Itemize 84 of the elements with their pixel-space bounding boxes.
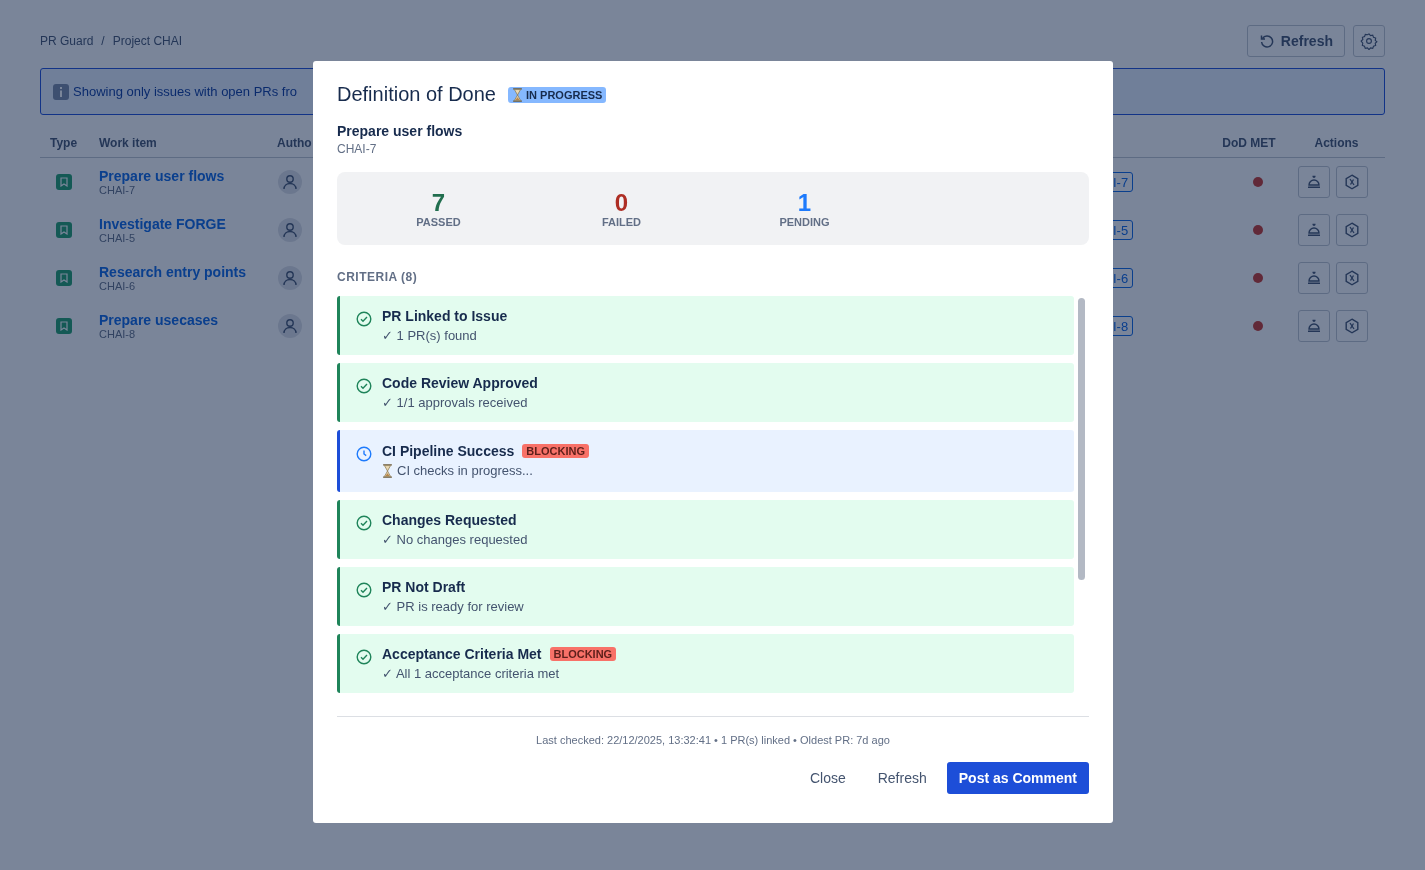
work-item-link[interactable]: Prepare user flows (99, 168, 277, 184)
clock-icon (356, 446, 372, 462)
bell-icon (1306, 174, 1322, 190)
hexagon-icon (1344, 270, 1360, 286)
breadcrumb-separator: / (101, 34, 105, 48)
column-header: Work item (99, 136, 157, 150)
stat-label: PASSED (416, 215, 461, 228)
dialog-button[interactable]: Refresh (865, 762, 939, 794)
column-header: Type (49, 136, 78, 150)
notify-button[interactable] (1298, 310, 1330, 342)
criterion-detail: ✓ All 1 acceptance criteria met (382, 666, 560, 681)
check-button[interactable] (1336, 262, 1368, 294)
dialog-button[interactable]: Close (797, 762, 858, 794)
story-icon (56, 318, 72, 334)
blocking-badge: BLOCKING (549, 647, 617, 661)
post-comment-button[interactable]: Post as Comment (946, 762, 1089, 794)
status-badge: IN PROGRESS (508, 86, 607, 103)
scrollbar[interactable] (1078, 298, 1085, 580)
check-circle-icon (356, 582, 372, 598)
check-button[interactable] (1336, 214, 1368, 246)
work-item-key: CHAI-7 (99, 184, 277, 196)
work-item-link[interactable]: Investigate FORGE (99, 216, 277, 232)
work-item-key: CHAI-6 (99, 280, 277, 292)
avatar-icon (278, 266, 302, 290)
notify-button[interactable] (1298, 166, 1330, 198)
check-button[interactable] (1336, 310, 1368, 342)
criterion-name: Changes Requested (382, 512, 517, 528)
criterion-name: PR Not Draft (382, 579, 466, 595)
check-circle-icon (356, 311, 372, 327)
story-icon (56, 222, 72, 238)
story-icon (56, 174, 72, 190)
dialog-title: Definition of Done (337, 83, 496, 106)
banner-text: Showing only issues with open PRs fro (73, 84, 297, 99)
criterion-name: Acceptance Criteria Met (382, 646, 542, 662)
criterion-detail: CI checks in progress... (397, 463, 533, 478)
item-key: CHAI-7 (337, 142, 1089, 156)
bell-icon (1306, 222, 1322, 238)
work-item-link[interactable]: Prepare usecases (99, 312, 277, 328)
item-title: Prepare user flows (337, 123, 464, 139)
stat-value: 1 (797, 189, 812, 216)
stat-value: 0 (614, 189, 629, 216)
settings-button[interactable] (1353, 25, 1385, 57)
column-header: DoD MET (1222, 136, 1276, 150)
check-circle-icon (356, 378, 372, 394)
refresh-icon (1258, 33, 1275, 49)
criterion-name: CI Pipeline Success (382, 443, 515, 459)
column-header: Actions (1314, 136, 1359, 150)
avatar-icon (278, 170, 302, 194)
criterion-name: Code Review Approved (382, 375, 538, 391)
hexagon-icon (1344, 318, 1360, 334)
criterion-detail: ✓ 1/1 approvals received (382, 395, 528, 410)
check-circle-icon (356, 649, 372, 665)
avatar-icon (278, 314, 302, 338)
hexagon-icon (1344, 174, 1360, 190)
avatar-icon (278, 218, 302, 242)
column-header: Autho (277, 136, 312, 150)
notify-button[interactable] (1298, 214, 1330, 246)
work-item-key: CHAI-8 (99, 328, 277, 340)
notify-button[interactable] (1298, 262, 1330, 294)
blocking-badge: BLOCKING (522, 444, 589, 458)
story-icon (56, 270, 72, 286)
stat-label: FAILED (601, 215, 642, 228)
criterion-detail: ✓ PR is ready for review (382, 599, 524, 614)
criteria-heading: CRITERIA (8) (337, 270, 419, 284)
stat-label: PENDING (779, 215, 830, 228)
bell-icon (1306, 270, 1322, 286)
work-item-link[interactable]: Research entry points (99, 264, 277, 280)
check-button[interactable] (1336, 166, 1368, 198)
check-circle-icon (356, 515, 372, 531)
refresh-button[interactable]: Refresh (1246, 25, 1345, 57)
breadcrumb-link[interactable]: PR Guard (40, 34, 94, 48)
criterion-detail: ✓ 1 PR(s) found (382, 328, 477, 343)
settings-icon (1360, 32, 1378, 50)
breadcrumb-link[interactable]: Project CHAI (112, 34, 183, 48)
criterion-detail: ✓ No changes requested (382, 532, 528, 547)
status-text: Last checked: 22/12/2025, 13:32:41 • 1 PR(s) linked • Oldest PR: 7d ago (535, 734, 891, 746)
work-item-key: CHAI-5 (99, 232, 277, 244)
stat-value: 7 (431, 189, 446, 216)
criterion-name: PR Linked to Issue (382, 308, 508, 324)
hourglass-icon (512, 87, 523, 102)
info-icon (53, 83, 69, 100)
bell-icon (1306, 318, 1322, 334)
hexagon-icon (1344, 222, 1360, 238)
hourglass-icon (382, 463, 393, 478)
